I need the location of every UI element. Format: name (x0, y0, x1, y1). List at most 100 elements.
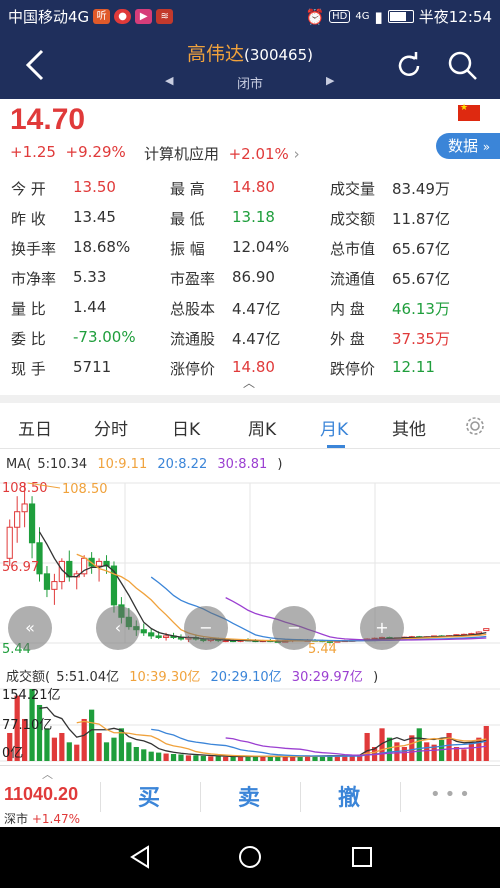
notification-icon: 听 (93, 9, 111, 24)
china-flag-icon (458, 103, 480, 121)
data-button[interactable]: 数据 » (436, 133, 500, 159)
volume-bar (260, 756, 266, 761)
index-value[interactable]: 11040.20 (4, 784, 78, 805)
stat-cell: 委 比 -73.00% (11, 328, 136, 349)
volume-bar (461, 749, 467, 761)
tab-weekly-k[interactable]: 周K (248, 415, 276, 440)
stat-label: 今 开 (11, 179, 46, 198)
refresh-icon[interactable] (394, 51, 424, 81)
alarm-icon: ⏰ (305, 7, 325, 26)
system-home-icon[interactable] (238, 845, 262, 869)
ma-legend: MA( 5:10.34 10:9.11 20:8.22 30:8.81 ) (6, 457, 288, 472)
volume-bar (468, 742, 474, 761)
search-icon[interactable] (446, 49, 480, 83)
vol-prefix: 成交额( (6, 670, 51, 685)
shrink-button[interactable]: − (272, 606, 316, 650)
sell-button[interactable]: 卖 (238, 780, 260, 812)
stock-name: 高伟达 (187, 43, 245, 65)
stat-value: 4.47亿 (232, 329, 281, 348)
stat-value: 4.47亿 (232, 299, 281, 318)
next-stock-icon[interactable]: ▶ (326, 74, 334, 87)
chart-tabs: 五日 分时 日K 周K 月K 其他 (0, 403, 500, 449)
vol-axis-mid-label: 77.10亿 (2, 718, 52, 733)
system-back-icon[interactable] (128, 845, 152, 869)
stat-value: 13.45 (73, 207, 116, 226)
system-recents-icon[interactable] (350, 845, 374, 869)
volume-bar (185, 755, 192, 761)
stat-label: 成交额 (330, 209, 376, 228)
stat-value: 18.68% (73, 237, 131, 256)
sector-link[interactable]: 计算机应用 +2.01% › (144, 143, 300, 164)
volume-bar (44, 728, 50, 761)
candle-body (14, 511, 21, 528)
collapse-caret-icon[interactable]: ︿ (243, 374, 255, 391)
stat-label: 总股本 (170, 299, 216, 318)
buy-button[interactable]: 买 (138, 780, 160, 812)
active-tab-underline (327, 445, 345, 448)
candle-body (43, 573, 51, 590)
candle-body (6, 526, 13, 559)
tab-five-day[interactable]: 五日 (18, 415, 52, 440)
more-icon[interactable]: ••• (430, 784, 474, 805)
vol-suffix: ) (373, 670, 379, 685)
stat-value: 14.80 (232, 177, 275, 196)
volume-bar (163, 753, 169, 761)
status-bar: 中国移动4G 听 ● ▶ ≋ ⏰ HD 4G ▮ 半夜12:54 (0, 0, 500, 33)
stat-cell: 跌停价 12.11 (330, 358, 435, 379)
stat-label: 流通值 (330, 269, 376, 288)
system-nav-bar (0, 827, 500, 888)
scroll-left-button[interactable]: ‹ (96, 606, 140, 650)
stat-cell: 总市值 65.67亿 (330, 238, 450, 259)
stat-label: 最 高 (170, 179, 205, 198)
stat-cell: 振 幅 12.04% (170, 238, 289, 259)
tab-daily-k[interactable]: 日K (172, 415, 200, 440)
volume-bar (319, 756, 326, 761)
candle-body (483, 628, 490, 632)
expand-caret-icon[interactable]: ︿ (42, 766, 53, 782)
vol-axis-top-label: 154.21亿 (2, 688, 61, 703)
gear-icon[interactable] (464, 415, 486, 437)
volume-bar (230, 756, 236, 761)
stat-label: 外 盘 (330, 329, 365, 348)
volume-bar (66, 742, 72, 761)
stat-value: 11.87亿 (392, 209, 450, 228)
stat-cell: 换手率 18.68% (11, 238, 130, 259)
cancel-order-button[interactable]: 撤 (338, 780, 360, 812)
signal-icon: ▮ (374, 7, 383, 26)
volume-bar (59, 732, 65, 761)
stats-row: 今 开 13.50 最 高 14.80 成交量 83.49万 (0, 173, 500, 203)
candle-body (148, 632, 155, 637)
volume-bar (89, 709, 95, 761)
stat-value: 83.49万 (392, 179, 450, 198)
volume-bar (483, 725, 489, 761)
candle-body (155, 635, 162, 638)
volume-bar (148, 751, 154, 761)
ma-suffix: ) (277, 457, 283, 472)
candle-body (21, 503, 28, 513)
volume-bar (200, 755, 206, 761)
stats-grid: 今 开 13.50 最 高 14.80 成交量 83.49万昨 收 13.45 最 低 13.1… (0, 173, 500, 383)
vol10-value: 10:39.30亿 (129, 670, 201, 685)
stat-value: 86.90 (232, 267, 275, 286)
kline-chart[interactable]: 108.50 108.5056.975.44 5.44 (0, 475, 500, 655)
stat-label: 换手率 (11, 239, 57, 258)
zoom-out-button[interactable]: « (8, 606, 52, 650)
clock: 半夜12:54 (418, 8, 492, 26)
stat-cell: 流通股 4.47亿 (170, 328, 280, 349)
candle-body (28, 503, 36, 544)
zoom-in-button[interactable]: − (184, 606, 228, 650)
volume-bar (126, 742, 132, 761)
candle-body (162, 635, 170, 638)
current-price: 14.70 (10, 103, 86, 136)
stat-label: 量 比 (11, 299, 46, 318)
scroll-right-button[interactable]: + (360, 606, 404, 650)
stats-row: 换手率 18.68% 振 幅 12.04% 总市值 65.67亿 (0, 233, 500, 263)
volume-chart[interactable]: 154.21亿 77.10亿 0亿 (0, 685, 500, 763)
tab-other[interactable]: 其他 (392, 415, 426, 440)
quote-panel: 14.70 +1.25 +9.29% 计算机应用 +2.01% › 数据 » 今… (0, 99, 500, 395)
volume-bar (223, 756, 229, 761)
tab-monthly-k[interactable]: 月K (320, 415, 348, 440)
stat-label: 成交量 (330, 179, 376, 198)
tab-intraday[interactable]: 分时 (94, 415, 128, 440)
volume-bar (133, 746, 139, 761)
